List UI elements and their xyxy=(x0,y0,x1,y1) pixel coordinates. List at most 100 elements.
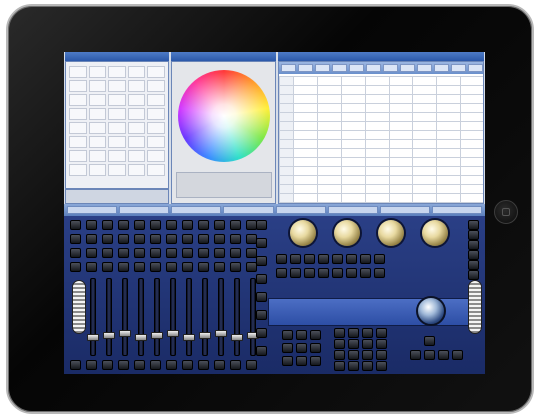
fixture-cell[interactable] xyxy=(147,150,165,162)
command-key[interactable] xyxy=(346,268,357,278)
flash-key[interactable] xyxy=(198,360,209,370)
fixture-cell[interactable] xyxy=(147,164,165,176)
playback-key[interactable] xyxy=(70,220,81,230)
fixture-cell[interactable] xyxy=(127,136,146,148)
numeric-key[interactable] xyxy=(376,361,387,371)
fixture-cell[interactable] xyxy=(127,164,146,176)
fixture-cell[interactable] xyxy=(69,80,87,92)
playback-key[interactable] xyxy=(214,234,225,244)
playback-key[interactable] xyxy=(182,234,193,244)
command-key[interactable] xyxy=(374,254,385,264)
fader-handle[interactable] xyxy=(215,330,227,337)
fixture-cell[interactable] xyxy=(147,80,165,92)
function-key[interactable] xyxy=(256,328,267,338)
command-key[interactable] xyxy=(360,268,371,278)
command-key[interactable] xyxy=(332,268,343,278)
color-wheel[interactable] xyxy=(178,70,270,162)
status-segment[interactable] xyxy=(171,206,222,214)
flash-key[interactable] xyxy=(246,360,257,370)
status-segment[interactable] xyxy=(119,206,170,214)
table-row[interactable] xyxy=(279,175,483,185)
command-key[interactable] xyxy=(374,268,385,278)
fixture-cell[interactable] xyxy=(88,66,107,78)
sheet-toolbar-button[interactable] xyxy=(434,64,449,72)
sheet-toolbar-button[interactable] xyxy=(281,64,296,72)
fixture-cell[interactable] xyxy=(88,164,107,176)
flash-key[interactable] xyxy=(214,360,225,370)
playback-key[interactable] xyxy=(102,262,113,272)
left-level-wheel[interactable] xyxy=(72,280,86,334)
arrow-right-key[interactable] xyxy=(438,350,449,360)
command-key[interactable] xyxy=(310,343,321,353)
command-key[interactable] xyxy=(310,330,321,340)
function-key[interactable] xyxy=(468,230,479,240)
fixture-cell[interactable] xyxy=(69,94,87,106)
command-key[interactable] xyxy=(282,330,293,340)
table-row[interactable] xyxy=(279,184,483,194)
fader-handle[interactable] xyxy=(135,334,147,341)
status-segment[interactable] xyxy=(223,206,274,214)
numeric-key[interactable] xyxy=(376,350,387,360)
fixture-cell[interactable] xyxy=(88,136,107,148)
flash-key[interactable] xyxy=(182,360,193,370)
playback-key[interactable] xyxy=(230,234,241,244)
enter-key[interactable] xyxy=(452,350,463,360)
function-key[interactable] xyxy=(256,310,267,320)
fixture-cell[interactable] xyxy=(69,122,87,134)
function-key[interactable] xyxy=(256,256,267,266)
status-segment[interactable] xyxy=(275,206,326,214)
fixture-cell[interactable] xyxy=(69,150,87,162)
command-key[interactable] xyxy=(282,356,293,366)
fixture-cell[interactable] xyxy=(127,66,146,78)
function-key[interactable] xyxy=(256,292,267,302)
fixture-cell[interactable] xyxy=(88,80,107,92)
table-row[interactable] xyxy=(279,166,483,176)
playback-key[interactable] xyxy=(118,234,129,244)
sheet-toolbar-button[interactable] xyxy=(383,64,398,72)
fixture-cell[interactable] xyxy=(147,94,165,106)
playback-key[interactable] xyxy=(118,248,129,258)
trackball-icon[interactable] xyxy=(416,296,446,326)
table-row[interactable] xyxy=(279,157,483,167)
sheet-toolbar-button[interactable] xyxy=(451,64,466,72)
command-key[interactable] xyxy=(296,356,307,366)
playback-key[interactable] xyxy=(102,234,113,244)
playback-key[interactable] xyxy=(198,220,209,230)
command-key[interactable] xyxy=(346,254,357,264)
numeric-key[interactable] xyxy=(362,350,373,360)
fixture-cell[interactable] xyxy=(127,108,146,120)
function-key[interactable] xyxy=(468,250,479,260)
fixture-cell[interactable] xyxy=(108,150,126,162)
command-key[interactable] xyxy=(304,254,315,264)
playback-key[interactable] xyxy=(182,262,193,272)
playback-key[interactable] xyxy=(86,220,97,230)
playback-key[interactable] xyxy=(230,248,241,258)
function-key[interactable] xyxy=(256,220,267,230)
fixture-cell[interactable] xyxy=(108,164,126,176)
table-row[interactable] xyxy=(279,103,483,113)
numeric-key[interactable] xyxy=(348,328,359,338)
function-key[interactable] xyxy=(256,274,267,284)
playback-key[interactable] xyxy=(166,262,177,272)
fixture-cell[interactable] xyxy=(88,150,107,162)
playback-key[interactable] xyxy=(150,248,161,258)
playback-key[interactable] xyxy=(86,234,97,244)
function-key[interactable] xyxy=(468,220,479,230)
playback-key[interactable] xyxy=(166,220,177,230)
command-key[interactable] xyxy=(310,356,321,366)
playback-key[interactable] xyxy=(86,248,97,258)
status-segment[interactable] xyxy=(327,206,378,214)
playback-key[interactable] xyxy=(214,248,225,258)
table-row[interactable] xyxy=(279,94,483,104)
fixture-cell[interactable] xyxy=(69,66,87,78)
playback-key[interactable] xyxy=(166,248,177,258)
encoder-knob[interactable] xyxy=(290,220,316,246)
command-key[interactable] xyxy=(318,268,329,278)
fixture-cell[interactable] xyxy=(147,122,165,134)
table-row[interactable] xyxy=(279,112,483,122)
command-key[interactable] xyxy=(296,343,307,353)
encoder-knob[interactable] xyxy=(422,220,448,246)
playback-key[interactable] xyxy=(102,220,113,230)
flash-key[interactable] xyxy=(118,360,129,370)
flash-key[interactable] xyxy=(134,360,145,370)
